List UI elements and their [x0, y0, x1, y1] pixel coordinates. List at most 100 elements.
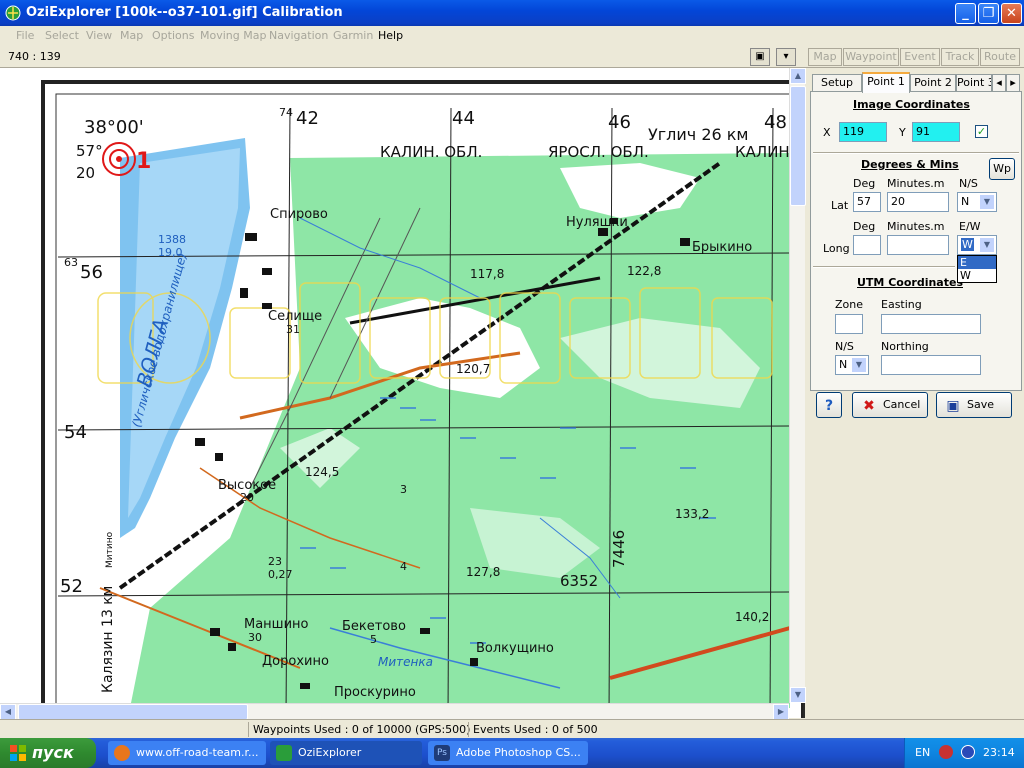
place-proskurino: Проскурино [334, 685, 416, 700]
save-label: Save [967, 398, 995, 411]
map-canvas[interactable]: 1 38°00' 57° 20 74 42 44 46 48 63 56 54 … [0, 68, 805, 718]
tab-point-1[interactable]: Point 1 [862, 72, 910, 93]
scroll-up-icon[interactable]: ▲ [790, 68, 806, 84]
tab-point-3[interactable]: Point 3 [956, 74, 992, 92]
tab-point-2[interactable]: Point 2 [910, 74, 956, 92]
menu-view[interactable]: View [86, 29, 112, 42]
chevron-down-icon[interactable]: ▼ [979, 237, 995, 253]
topographic-map[interactable]: 1 38°00' 57° 20 74 42 44 46 48 63 56 54 … [0, 68, 805, 718]
menu-file[interactable]: File [16, 29, 34, 42]
close-button[interactable]: ✕ [1001, 3, 1022, 24]
lat-deg-field[interactable]: 57 [853, 192, 881, 212]
save-dropdown-icon[interactable]: ▾ [776, 48, 796, 66]
deg-label: Deg [853, 177, 876, 190]
utm-ns-select[interactable]: N ▼ [835, 355, 869, 375]
image-coordinates-header: Image Coordinates [853, 98, 970, 111]
photoshop-icon: Ps [434, 745, 450, 761]
long-deg-field[interactable] [853, 235, 881, 255]
scroll-thumb-vertical[interactable] [790, 86, 806, 206]
menu-garmin[interactable]: Garmin [333, 29, 373, 42]
scroll-down-icon[interactable]: ▼ [790, 687, 806, 703]
oziexplorer-icon [276, 745, 292, 761]
map-number-23: 23 [268, 555, 282, 568]
y-label: Y [899, 126, 906, 139]
save-button[interactable]: ▣ Save [936, 392, 1012, 418]
utm-ns-label: N/S [835, 340, 854, 353]
river-label: Митенка [378, 655, 433, 669]
scroll-right-icon[interactable]: ▶ [773, 704, 789, 720]
network-tray-icon[interactable] [961, 745, 975, 759]
wp-button[interactable]: Wp [989, 158, 1015, 180]
task-firefox[interactable]: www.off-road-team.r... [108, 741, 266, 765]
menu-moving-map[interactable]: Moving Map [200, 29, 266, 42]
ew-option-e[interactable]: E [958, 256, 996, 269]
grid-left-63: 63 [64, 256, 78, 269]
coord-57-label: 57° [76, 142, 103, 160]
tab-setup[interactable]: Setup [812, 74, 862, 92]
zone-field[interactable] [835, 314, 863, 334]
grid-top-74: 74 [279, 106, 293, 119]
menu-select[interactable]: Select [45, 29, 79, 42]
lat-ns-select[interactable]: N ▼ [957, 192, 997, 212]
picture-icon[interactable]: ▣ [750, 48, 770, 66]
map-number-4: 4 [400, 560, 407, 573]
task-oziexplorer[interactable]: OziExplorer [270, 741, 422, 765]
ew-dropdown-list[interactable]: E W [957, 255, 997, 283]
cancel-button[interactable]: ✖ Cancel [852, 392, 928, 418]
map-number-19-0: 19,0 [158, 246, 183, 259]
tab-waypoint[interactable]: Waypoint [843, 48, 899, 66]
scroll-thumb-horizontal[interactable] [18, 704, 248, 720]
taskbar: пуск www.off-road-team.r... OziExplorer … [0, 738, 1024, 768]
lat-min-field[interactable]: 20 [887, 192, 949, 212]
chevron-down-icon[interactable]: ▼ [851, 357, 867, 373]
place-volkushchino: Волкущино [476, 641, 554, 656]
language-indicator[interactable]: EN [915, 746, 930, 759]
height-6352: 6352 [560, 572, 598, 590]
tab-route[interactable]: Route [980, 48, 1020, 66]
height-120-7: 120,7 [456, 362, 490, 376]
zone-label: Zone [835, 298, 864, 311]
menu-map[interactable]: Map [120, 29, 143, 42]
long-min-field[interactable] [887, 235, 949, 255]
place-brykino: Брыкино [692, 240, 752, 255]
tab-map[interactable]: Map [808, 48, 842, 66]
clock[interactable]: 23:14 [983, 746, 1015, 759]
northing-field[interactable] [881, 355, 981, 375]
scroll-left-icon[interactable]: ◀ [0, 704, 16, 720]
place-nulyashki: Нуляшки [566, 215, 628, 230]
task-photoshop[interactable]: Ps Adobe Photoshop CS... [428, 741, 588, 765]
minutes-label: Minutes.m [887, 177, 945, 190]
maximize-button[interactable]: ❐ [978, 3, 999, 24]
tab-event[interactable]: Event [900, 48, 940, 66]
menu-navigation[interactable]: Navigation [269, 29, 328, 42]
map-vertical-scrollbar[interactable]: ▲ ▼ [789, 68, 806, 703]
security-tray-icon[interactable] [939, 745, 953, 759]
utm-ns-value: N [839, 358, 848, 371]
chevron-down-icon[interactable]: ▼ [979, 194, 995, 210]
point-active-checkbox[interactable]: ✓ [975, 125, 988, 138]
tab-scroll-right-icon[interactable]: ▸ [1006, 74, 1020, 92]
map-horizontal-scrollbar[interactable]: ◀ ▶ [0, 703, 789, 720]
tab-track[interactable]: Track [941, 48, 979, 66]
height-140-2: 140,2 [735, 610, 769, 624]
menu-help[interactable]: Help [378, 29, 403, 42]
height-7446: 7446 [610, 530, 628, 568]
image-x-field[interactable]: 119 [839, 122, 887, 142]
kalyazin-label: Калязин 13 км [100, 586, 116, 693]
place-dorokhino: Дорохино [262, 654, 329, 669]
map-number-20: 20 [240, 491, 254, 504]
tab-scroll-left-icon[interactable]: ◂ [992, 74, 1006, 92]
help-button[interactable]: ? [816, 392, 842, 418]
grid-left-52: 52 [60, 576, 83, 597]
height-127-8: 127,8 [466, 565, 500, 579]
start-button[interactable]: пуск [0, 738, 96, 768]
easting-label: Easting [881, 298, 922, 311]
windows-flag-icon [10, 745, 26, 761]
menu-options[interactable]: Options [152, 29, 194, 42]
minimize-button[interactable]: _ [955, 3, 976, 24]
easting-field[interactable] [881, 314, 981, 334]
image-y-field[interactable]: 91 [912, 122, 960, 142]
ew-option-w[interactable]: W [958, 269, 996, 282]
long-ew-select[interactable]: W ▼ [957, 235, 997, 255]
map-number-30: 30 [248, 631, 262, 644]
